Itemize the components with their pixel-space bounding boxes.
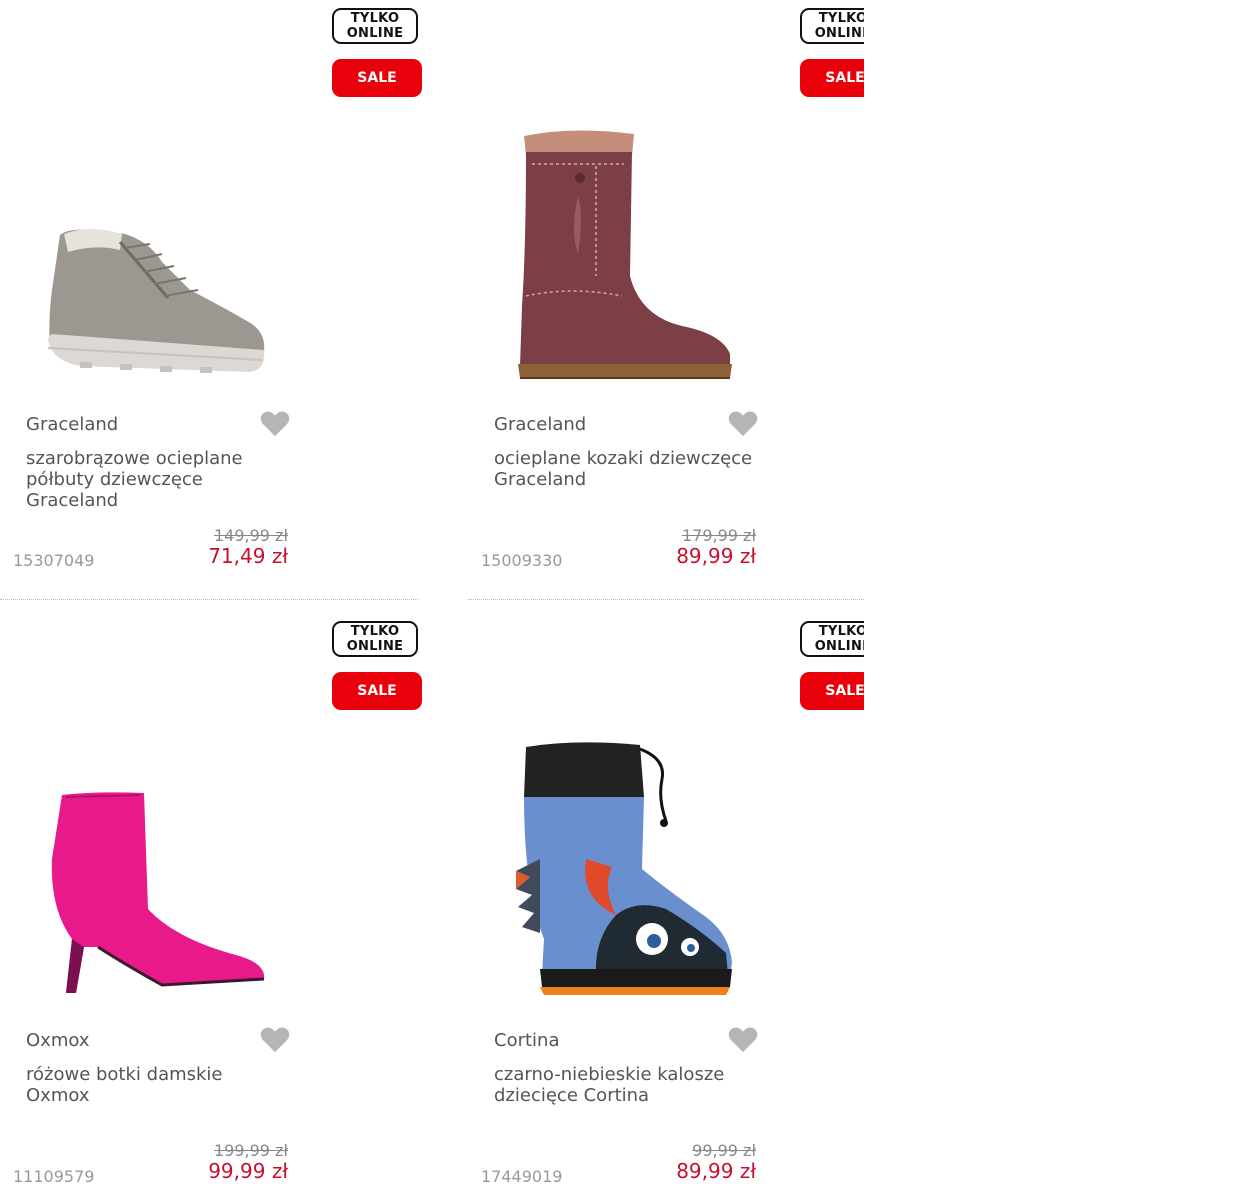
product-card[interactable]: TYLKO ONLINE SALE Oxmox różowe botki dam…: [0, 613, 422, 1203]
sale-price: 71,49 zł: [208, 544, 288, 568]
monster-rain-boot-image[interactable]: [516, 739, 736, 995]
product-name[interactable]: czarno-niebieskie kalosze dziecięce Cort…: [494, 1064, 754, 1106]
product-grid: TYLKO ONLINE SALE Graceland szarobrązowe…: [0, 0, 864, 1203]
online-only-badge: TYLKO ONLINE: [800, 8, 864, 44]
product-card[interactable]: TYLKO ONLINE SALE Cortina czarno-niebies…: [468, 613, 864, 1203]
heart-icon[interactable]: [260, 410, 290, 438]
old-price: 199,99 zł: [213, 1141, 288, 1160]
heart-icon[interactable]: [728, 1026, 758, 1054]
product-sku: 17449019: [481, 1167, 563, 1186]
sale-badge: SALE: [332, 672, 422, 710]
sale-badge: SALE: [332, 59, 422, 97]
online-only-badge: TYLKO ONLINE: [800, 621, 864, 657]
sale-price: 99,99 zł: [208, 1159, 288, 1183]
product-sku: 15009330: [481, 551, 563, 570]
old-price: 179,99 zł: [681, 526, 756, 545]
sale-price: 89,99 zł: [676, 1159, 756, 1183]
product-brand[interactable]: Cortina: [494, 1030, 559, 1051]
pink-ankle-boot-image[interactable]: [46, 789, 268, 995]
brown-boot-image[interactable]: [512, 126, 736, 384]
sale-badge: SALE: [800, 672, 864, 710]
product-name[interactable]: różowe botki damskie Oxmox: [26, 1064, 286, 1106]
product-card[interactable]: TYLKO ONLINE SALE Graceland szarobrązowe…: [0, 0, 422, 600]
product-brand[interactable]: Oxmox: [26, 1030, 89, 1051]
old-price: 99,99 zł: [692, 1141, 756, 1160]
product-sku: 15307049: [13, 551, 95, 570]
grey-sneaker-image[interactable]: [40, 220, 270, 385]
old-price: 149,99 zł: [213, 526, 288, 545]
row-divider: [468, 599, 864, 600]
product-card[interactable]: TYLKO ONLINE SALE Graceland ocieplane ko…: [468, 0, 864, 600]
product-brand[interactable]: Graceland: [494, 414, 586, 435]
sale-badge: SALE: [800, 59, 864, 97]
product-brand[interactable]: Graceland: [26, 414, 118, 435]
row-divider: [0, 599, 418, 600]
product-sku: 11109579: [13, 1167, 95, 1186]
product-name[interactable]: szarobrązowe ocieplane półbuty dziewczęc…: [26, 448, 286, 511]
heart-icon[interactable]: [728, 410, 758, 438]
sale-price: 89,99 zł: [676, 544, 756, 568]
product-name[interactable]: ocieplane kozaki dziewczęce Graceland: [494, 448, 754, 490]
heart-icon[interactable]: [260, 1026, 290, 1054]
online-only-badge: TYLKO ONLINE: [332, 8, 418, 44]
online-only-badge: TYLKO ONLINE: [332, 621, 418, 657]
